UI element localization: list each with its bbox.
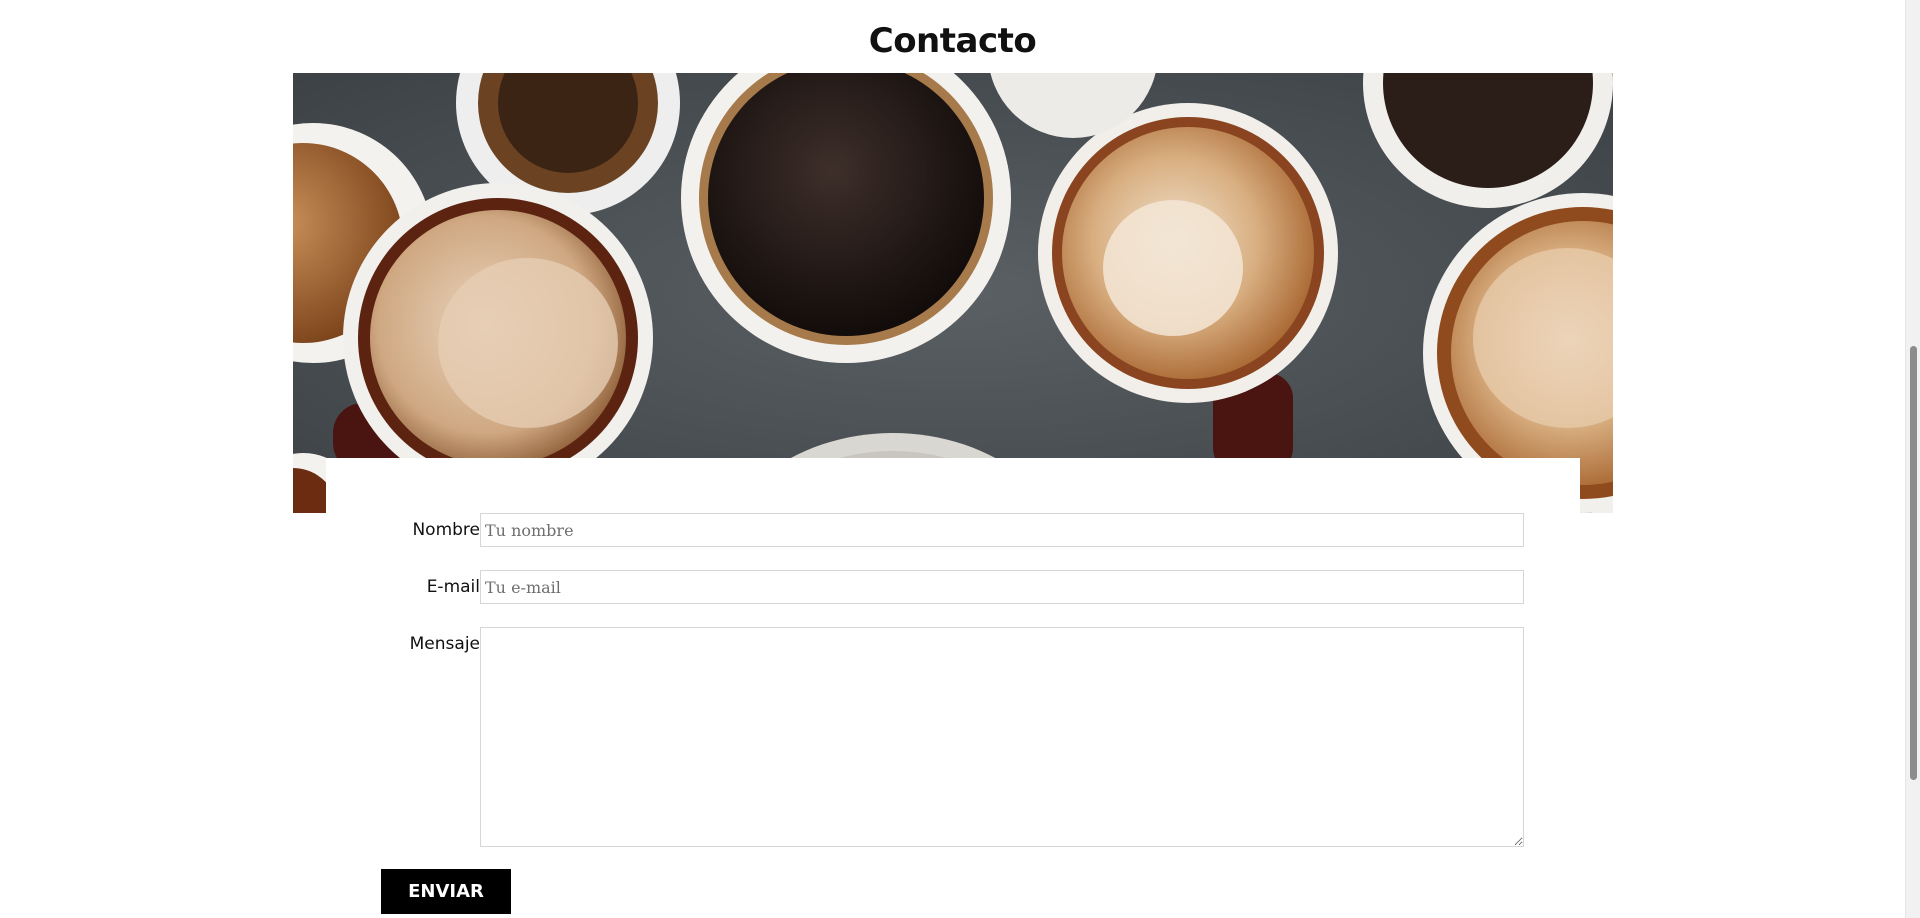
email-input[interactable] [480,570,1524,604]
coffee-cups-illustration [293,73,1613,513]
contact-form: Nombre E-mail Mensaje ENVIAR [326,458,1580,918]
name-input[interactable] [480,513,1524,547]
name-label: Nombre [412,520,480,540]
submit-button[interactable]: ENVIAR [381,869,511,914]
message-label: Mensaje [409,634,480,654]
message-textarea[interactable] [480,627,1524,847]
page-scrollbar[interactable] [1905,0,1920,918]
scrollbar-thumb[interactable] [1910,346,1917,780]
hero-image [293,73,1613,513]
contact-page: Contacto Nombre Tu nombre E-mail Tu e-ma… [0,0,1920,918]
email-label: E-mail [426,577,480,597]
page-title: Contacto [868,20,1037,61]
